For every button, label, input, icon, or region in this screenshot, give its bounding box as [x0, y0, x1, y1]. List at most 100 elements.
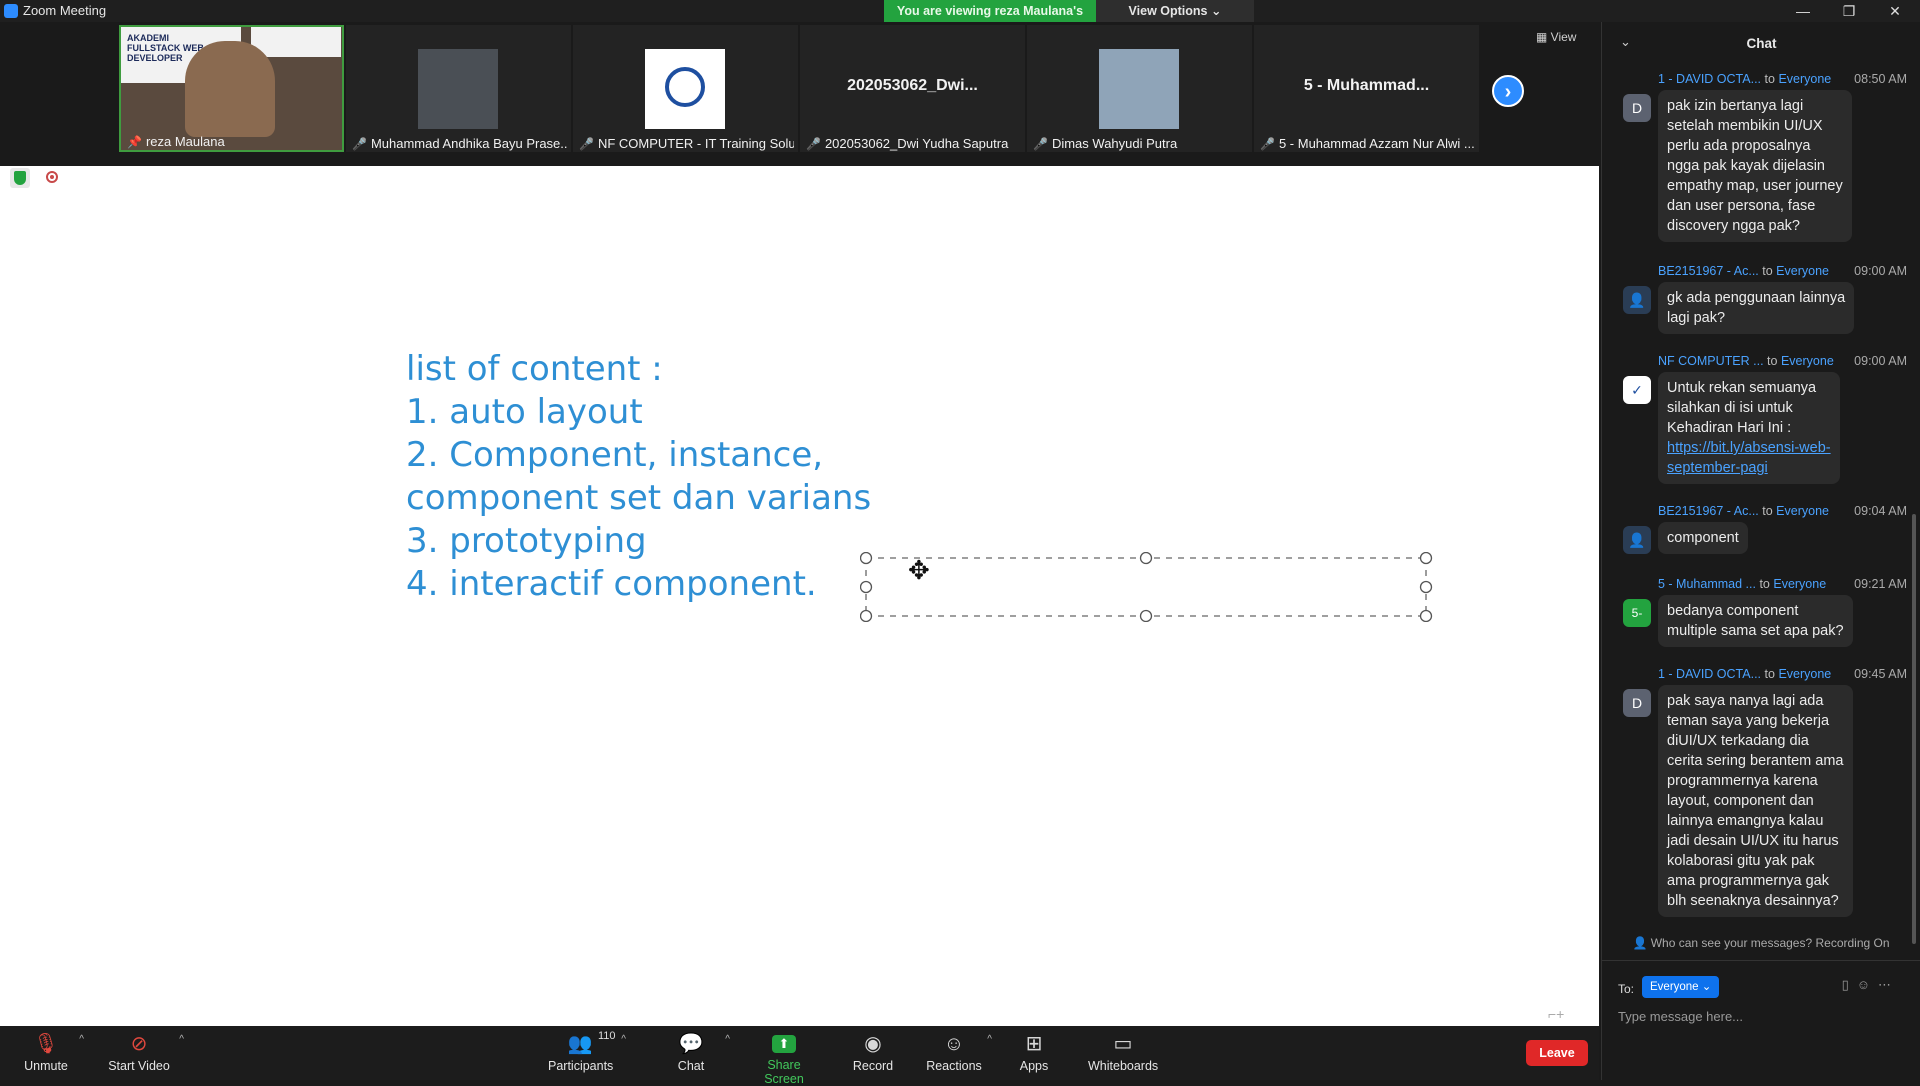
sender-name[interactable]: BE2151967 - Ac...	[1658, 264, 1759, 278]
avatar: 👤	[1623, 286, 1651, 314]
muted-mic-icon: 🎤	[1260, 137, 1275, 151]
participant-photo	[418, 49, 498, 129]
people-icon: 👤	[1632, 936, 1651, 950]
sender-name[interactable]: BE2151967 - Ac...	[1658, 504, 1759, 518]
chat-scrollbar[interactable]	[1911, 94, 1917, 954]
chat-compose-area: To: Everyone ⌄ ▯☺⋯	[1602, 960, 1920, 1080]
record-button[interactable]: ◉ Record	[848, 1026, 898, 1080]
sender-name[interactable]: 5 - Muhammad ...	[1658, 577, 1756, 591]
sender-name[interactable]: 1 - DAVID OCTA...	[1658, 72, 1761, 86]
message-time: 09:00 AM	[1854, 264, 1907, 278]
slide-content: list of content : 1. auto layout 2. Comp…	[406, 348, 871, 606]
message-input[interactable]	[1618, 1005, 1898, 1027]
chevron-up-icon[interactable]: ^	[987, 1034, 992, 1045]
muted-mic-icon: 🎤	[579, 137, 594, 151]
whiteboards-button[interactable]: ▭ Whiteboards	[1088, 1026, 1158, 1080]
window-titlebar: Zoom Meeting You are viewing reza Maulan…	[0, 0, 1920, 40]
leave-button[interactable]: Leave	[1526, 1040, 1588, 1066]
chat-title: Chat	[1746, 36, 1777, 51]
file-icon[interactable]: ▯	[1842, 977, 1857, 992]
close-window-button[interactable]: ✕	[1872, 0, 1918, 22]
participant-name: 🎤 202053062_Dwi Yudha Saputra	[806, 136, 1009, 151]
slide-line: 1. auto layout	[406, 392, 643, 432]
chat-panel: ⌄ Chat D 1 - DAVID OCTA... to Everyone 08…	[1601, 22, 1920, 1080]
grid-icon: ▦	[1536, 30, 1551, 44]
recipient-dropdown[interactable]: Everyone ⌄	[1642, 976, 1720, 998]
message-time: 09:00 AM	[1854, 354, 1907, 368]
next-page-button[interactable]: ›	[1492, 75, 1524, 107]
participant-name: 🎤 Muhammad Andhika Bayu Prase...	[352, 136, 567, 151]
participant-name: 🎤 NF COMPUTER - IT Training Solu...	[579, 136, 794, 151]
scrollbar-thumb[interactable]	[1912, 514, 1916, 944]
avatar: D	[1623, 94, 1651, 122]
participant-name: 🎤 Dimas Wahyudi Putra	[1033, 136, 1178, 151]
participant-tile[interactable]: 🎤 NF COMPUTER - IT Training Solu...	[573, 25, 798, 152]
sender-name[interactable]: 1 - DAVID OCTA...	[1658, 667, 1761, 681]
participant-tile[interactable]: 🎤 Muhammad Andhika Bayu Prase...	[346, 25, 571, 152]
more-icon[interactable]: ⋯	[1878, 977, 1899, 992]
attendance-link[interactable]: https://bit.ly/absensi-web-september-pag…	[1667, 440, 1831, 476]
participant-name: 📌 reza Maulana	[127, 134, 225, 149]
participant-display-name: 202053062_Dwi...	[847, 77, 978, 94]
participant-gallery: AKADEMI FULLSTACK WEB DEVELOPER 📌 reza Ma…	[0, 22, 1599, 166]
unmute-button[interactable]: 🎙 Unmute ^	[18, 1026, 84, 1080]
emoji-icon[interactable]: ☺	[1857, 977, 1878, 992]
participant-count: 110	[598, 1030, 616, 1042]
view-options-button[interactable]: View Options ⌄	[1096, 0, 1254, 22]
message-bubble: component	[1658, 522, 1748, 554]
annotation-corner-icon: ⌐+	[1548, 1006, 1565, 1022]
share-screen-button[interactable]: ⬆ Share Screen	[746, 1026, 822, 1086]
message-meta: NF COMPUTER ... to Everyone 09:00 AM	[1658, 354, 1907, 368]
logo-strip	[251, 27, 341, 57]
apps-button[interactable]: ⊞ Apps	[1014, 1026, 1054, 1080]
message-bubble: pak saya nanya lagi ada teman saya yang b…	[1658, 685, 1853, 917]
message-meta: 5 - Muhammad ... to Everyone 09:21 AM	[1658, 577, 1907, 591]
message-time: 09:04 AM	[1854, 504, 1907, 518]
participant-tile[interactable]: AKADEMI FULLSTACK WEB DEVELOPER 📌 reza Ma…	[119, 25, 344, 152]
chevron-up-icon[interactable]: ^	[725, 1034, 730, 1045]
participant-photo	[1099, 49, 1179, 129]
apps-grid-icon: ⊞	[1025, 1033, 1043, 1055]
muted-mic-icon: 🎤	[806, 137, 821, 151]
view-button[interactable]: ▦ View	[1536, 30, 1576, 44]
avatar: D	[1623, 689, 1651, 717]
reactions-button[interactable]: ☺ Reactions ^	[926, 1026, 992, 1080]
chat-button[interactable]: 💬 Chat ^	[666, 1026, 730, 1080]
message-meta: 1 - DAVID OCTA... to Everyone 08:50 AM	[1658, 72, 1907, 86]
slide-line: 3. prototyping	[406, 521, 647, 561]
participant-tile[interactable]: 🎤 Dimas Wahyudi Putra	[1027, 25, 1252, 152]
nf-computer-avatar: ✓	[1623, 376, 1651, 404]
sender-name[interactable]: NF COMPUTER ...	[1658, 354, 1764, 368]
participant-tile[interactable]: 202053062_Dwi... 🎤 202053062_Dwi Yudha Sa…	[800, 25, 1025, 152]
zoom-app-icon	[4, 4, 18, 18]
to-label: To:	[1618, 982, 1635, 996]
recording-icon	[46, 171, 58, 183]
move-cursor-icon: ✥	[908, 555, 930, 585]
video-off-icon: ⊘	[130, 1033, 148, 1055]
minimize-button[interactable]: —	[1780, 0, 1826, 22]
chat-bubble-icon: 💬	[678, 1033, 704, 1055]
message-time: 09:21 AM	[1854, 577, 1907, 591]
start-video-button[interactable]: ⊘ Start Video ^	[104, 1026, 184, 1080]
participant-name: 🎤 5 - Muhammad Azzam Nur Alwi ...	[1260, 136, 1475, 151]
security-shield-icon[interactable]	[10, 168, 30, 188]
restore-button[interactable]: ❐	[1826, 0, 1872, 22]
avatar: 5-	[1623, 599, 1651, 627]
presenter-video	[185, 41, 275, 137]
participants-icon: 👥	[567, 1033, 593, 1055]
participant-display-name: 5 - Muhammad...	[1303, 77, 1430, 94]
avatar: 👤	[1623, 526, 1651, 554]
message-time: 09:45 AM	[1854, 667, 1907, 681]
chevron-up-icon[interactable]: ^	[621, 1034, 626, 1045]
chevron-up-icon[interactable]: ^	[179, 1034, 184, 1045]
record-icon: ◉	[864, 1033, 882, 1055]
message-meta: BE2151967 - Ac... to Everyone 09:00 AM	[1658, 264, 1907, 278]
slide-line: 4. interactif component.	[406, 564, 817, 604]
who-can-see-notice[interactable]: 👤 Who can see your messages? Recording O…	[1602, 936, 1920, 950]
chevron-up-icon[interactable]: ^	[79, 1034, 84, 1045]
text-selection-box	[860, 552, 1433, 622]
shared-screen: list of content : 1. auto layout 2. Comp…	[0, 166, 1599, 1026]
participants-button[interactable]: 👥 110 Participants ^	[548, 1026, 626, 1080]
message-meta: 1 - DAVID OCTA... to Everyone 09:45 AM	[1658, 667, 1907, 681]
participant-tile[interactable]: 5 - Muhammad... 🎤 5 - Muhammad Azzam Nur …	[1254, 25, 1479, 152]
